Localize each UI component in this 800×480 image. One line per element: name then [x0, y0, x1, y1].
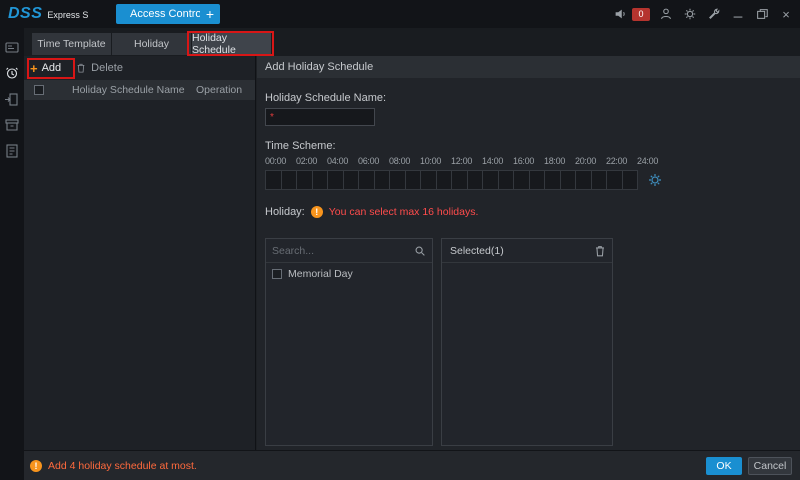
info-warning-icon: ! [311, 206, 323, 218]
tick-label: 14:00 [482, 156, 513, 166]
add-module-button[interactable]: + [200, 4, 220, 24]
alarm-count-badge[interactable]: 0 [632, 8, 650, 21]
selected-count-label: Selected(1) [442, 245, 504, 257]
holiday-schedule-list-panel: + Add Delete Holiday Schedule Name Opera… [24, 56, 256, 450]
holiday-label: Holiday: [265, 206, 305, 218]
idcard-icon[interactable] [3, 38, 21, 56]
delete-button[interactable]: Delete [75, 62, 123, 74]
holiday-item-label: Memorial Day [288, 268, 353, 280]
clock-icon[interactable] [3, 64, 21, 82]
table-header: Holiday Schedule Name Operation [24, 80, 255, 100]
select-all-checkbox[interactable] [34, 85, 44, 95]
tick-label: 24:00 [637, 156, 668, 166]
holiday-source-list: Memorial Day [265, 238, 433, 446]
logo-text: DSS [8, 5, 42, 23]
tab-holiday-schedule[interactable]: Holiday Schedule [192, 33, 271, 55]
tick-label: 08:00 [389, 156, 420, 166]
selected-header-row: Selected(1) [442, 239, 612, 263]
plus-icon: + [30, 62, 38, 75]
wrench-icon[interactable] [706, 6, 722, 22]
selected-holidays-list: Selected(1) [441, 238, 613, 446]
holiday-schedule-name-input[interactable] [278, 109, 372, 125]
add-button[interactable]: + Add [30, 62, 61, 75]
holiday-schedule-name-field[interactable]: * [265, 108, 375, 126]
search-input[interactable] [266, 245, 396, 257]
gear-icon[interactable] [682, 6, 698, 22]
delete-button-label: Delete [91, 62, 123, 74]
add-holiday-schedule-panel: Add Holiday Schedule Holiday Schedule Na… [257, 56, 800, 450]
footer-warning: ! Add 4 holiday schedule at most. [30, 460, 197, 472]
holiday-search-row [266, 239, 432, 263]
speaker-icon[interactable] [612, 6, 628, 22]
tick-label: 18:00 [544, 156, 575, 166]
log-icon[interactable] [3, 142, 21, 160]
tab-time-template[interactable]: Time Template [32, 33, 111, 55]
tick-label: 12:00 [451, 156, 482, 166]
titlebar: DSS Express S Access Control + 0 × [0, 0, 800, 28]
holiday-limit-note: You can select max 16 holidays. [329, 206, 479, 218]
search-icon[interactable] [413, 244, 427, 258]
required-asterisk: * [270, 112, 274, 123]
tick-label: 06:00 [358, 156, 389, 166]
time-scheme-bar[interactable] [265, 170, 638, 190]
tick-label: 10:00 [420, 156, 451, 166]
logo-edition: Express S [47, 10, 88, 20]
tick-label: 00:00 [265, 156, 296, 166]
table-body-empty [24, 100, 255, 450]
footer-bar: ! Add 4 holiday schedule at most. OK Can… [0, 450, 800, 480]
app-logo: DSS Express S [8, 5, 88, 23]
door-access-icon[interactable] [3, 90, 21, 108]
list-toolbar: + Add Delete [24, 56, 255, 80]
tab-holiday[interactable]: Holiday [112, 33, 191, 55]
tick-label: 20:00 [575, 156, 606, 166]
panel-title: Add Holiday Schedule [257, 56, 800, 78]
user-icon[interactable] [658, 6, 674, 22]
trash-icon [75, 62, 87, 74]
tick-label: 02:00 [296, 156, 327, 166]
time-axis-labels: 00:00 02:00 04:00 06:00 08:00 10:00 12:0… [265, 156, 685, 166]
tick-label: 22:00 [606, 156, 637, 166]
minimize-icon[interactable] [730, 6, 746, 22]
time-settings-gear-icon[interactable] [647, 172, 663, 188]
column-operation: Operation [196, 84, 242, 96]
subtab-bar: Time Template Holiday Holiday Schedule [24, 28, 800, 56]
clear-selected-trash-icon[interactable] [593, 244, 607, 258]
footer-warning-icon: ! [30, 460, 42, 472]
ok-button[interactable]: OK [706, 457, 742, 475]
maximize-icon[interactable] [754, 6, 770, 22]
add-button-label: Add [42, 62, 62, 74]
close-icon[interactable]: × [778, 6, 794, 22]
cancel-button[interactable]: Cancel [748, 457, 792, 475]
tick-label: 04:00 [327, 156, 358, 166]
holiday-item-checkbox[interactable] [272, 269, 282, 279]
tick-label: 16:00 [513, 156, 544, 166]
titlebar-controls: 0 × [612, 0, 794, 28]
name-label: Holiday Schedule Name: [265, 92, 386, 104]
holiday-list-item[interactable]: Memorial Day [266, 263, 432, 285]
holiday-section-header: Holiday: ! You can select max 16 holiday… [265, 206, 478, 218]
time-scheme-label: Time Scheme: [265, 140, 336, 152]
left-icon-rail [0, 28, 24, 480]
column-holiday-schedule-name: Holiday Schedule Name [72, 84, 185, 96]
footer-warning-text: Add 4 holiday schedule at most. [48, 460, 197, 472]
box-icon[interactable] [3, 116, 21, 134]
